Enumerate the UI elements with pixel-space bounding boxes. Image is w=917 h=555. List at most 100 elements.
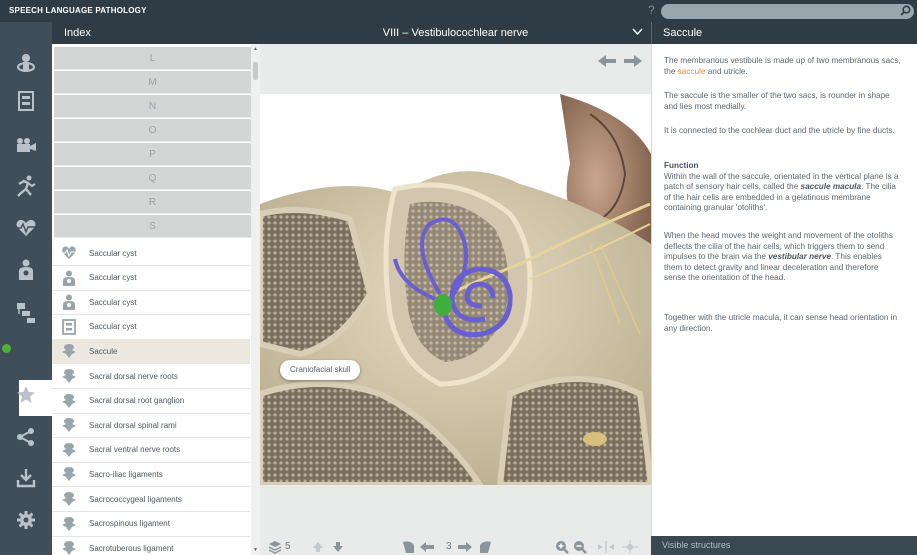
sidebar-item-share[interactable] [15, 426, 37, 448]
quiz-icon [18, 91, 34, 111]
sidebar-item-hierarchy[interactable] [15, 302, 37, 324]
anatomy-person-icon [61, 294, 77, 311]
sidebar-item-anatomy[interactable] [15, 259, 37, 281]
layers-icon [268, 540, 282, 554]
index-letter-l[interactable]: L [54, 47, 251, 70]
sidebar-item-video[interactable] [15, 134, 37, 156]
arrow-down-icon [333, 541, 343, 552]
zoom-out-button[interactable] [573, 538, 587, 555]
body-systems-icon [17, 54, 35, 72]
layers-button[interactable]: 5 [268, 538, 291, 555]
index-list-item[interactable]: Sacro-iliac ligaments [52, 462, 250, 488]
index-list-item[interactable]: Sacrotuberous ligament [52, 536, 250, 555]
fit-view-button[interactable] [598, 538, 614, 555]
sidebar-item-favourites[interactable] [15, 384, 37, 406]
app-window: SPEECH LANGUAGE PATHOLOGY ? Index VIII –… [0, 0, 917, 555]
visible-structures-bar[interactable]: Visible structures [651, 536, 917, 555]
layer-up-button[interactable] [312, 538, 324, 555]
zoom-in-button[interactable] [555, 538, 569, 555]
hierarchy-icon [17, 303, 35, 323]
index-item-label: Saccule [89, 346, 118, 356]
views-count: 3 [446, 541, 452, 552]
download-icon [16, 469, 36, 488]
index-item-label: Sacral dorsal nerve roots [89, 371, 178, 381]
index-list-item[interactable]: Sacral ventral nerve roots [52, 438, 250, 463]
previous-view-button[interactable] [420, 538, 434, 555]
3d-anatomy-model[interactable] [260, 94, 651, 485]
next-view-button[interactable] [458, 538, 472, 555]
index-scrollbar[interactable] [251, 44, 260, 555]
info-paragraph: It is connected to the cochlear duct and… [664, 126, 895, 135]
index-list-item[interactable]: Saccular cyst [52, 315, 250, 340]
index-scrollbar-thumb[interactable] [253, 62, 258, 80]
index-list-item[interactable]: Sacral dorsal root ganglion [52, 389, 250, 414]
sidebar-item-body-systems[interactable] [15, 52, 37, 74]
info-paragraph: When the head moves the weight and movem… [664, 231, 893, 283]
viewer-toolbar: 5 3 [260, 538, 651, 555]
index-letter-p[interactable]: P [54, 143, 251, 166]
sidebar-item-physiology[interactable] [15, 217, 37, 239]
index-list-item[interactable]: Sacral dorsal nerve roots [52, 364, 250, 389]
index-list-item[interactable]: Saccular cyst [52, 241, 250, 266]
saccule-link[interactable]: saccule [678, 67, 706, 76]
index-list-item[interactable]: Saccular cyst [52, 266, 250, 291]
zoom-in-icon [556, 540, 569, 554]
info-panel: The membranous vestibule is made up of t… [651, 44, 917, 536]
rotate-left-button[interactable] [400, 538, 416, 555]
a-z-index-icon: AZ [22, 342, 46, 363]
index-list-item[interactable]: Sacrococcygeal ligaments [52, 487, 250, 512]
info-paragraph: The saccule is the smaller of the two sa… [664, 91, 890, 111]
structure-icon [61, 343, 77, 359]
index-item-label: Sacrococcygeal ligaments [89, 494, 182, 504]
app-title: SPEECH LANGUAGE PATHOLOGY [9, 6, 147, 15]
scroll-up-icon[interactable]: ▲ [253, 46, 258, 52]
sidebar-item-download[interactable] [15, 467, 37, 489]
search-input[interactable] [661, 4, 914, 19]
index-item-label: Sacrotuberous ligament [89, 543, 174, 553]
rotate-right-button[interactable] [478, 538, 494, 555]
structure-selector[interactable]: VIII – Vestibulocochlear nerve [260, 22, 651, 44]
views-count-button[interactable]: 3 [446, 538, 452, 555]
index-letter-n[interactable]: N [54, 95, 251, 118]
index-list-item[interactable]: Sacrospinous ligament [52, 512, 250, 537]
index-letter-m[interactable]: M [54, 71, 251, 94]
reset-view-button[interactable] [622, 538, 638, 555]
sidebar: AZ [0, 44, 52, 555]
sidebar-item-movement[interactable] [15, 175, 37, 197]
active-indicator-dot [2, 344, 11, 353]
sidebar-item-quiz[interactable] [15, 90, 37, 112]
settings-icon [17, 511, 35, 529]
index-panel: LMNOPQRS Saccular cyst Saccular cyst Saccu… [52, 44, 260, 555]
index-list-item[interactable]: Saccule [52, 339, 250, 365]
sidebar-item-settings[interactable] [15, 509, 37, 531]
index-letter-q[interactable]: Q [54, 167, 251, 190]
fit-view-icon [598, 540, 614, 553]
reset-view-icon [622, 539, 638, 554]
index-letter-o[interactable]: O [54, 119, 251, 142]
structure-icon [61, 442, 77, 458]
sidebar-header [0, 22, 52, 44]
index-item-label: Sacral dorsal spinal rami [89, 420, 177, 430]
search-icon[interactable] [900, 5, 911, 16]
scroll-down-icon[interactable]: ▼ [253, 547, 258, 553]
structure-icon [61, 540, 77, 555]
index-list-item[interactable]: Sacral dorsal spinal rami [52, 413, 250, 439]
3d-viewer[interactable]: Craniofacial skull 5 3 [260, 44, 651, 555]
index-item-label: Sacro-iliac ligaments [89, 469, 163, 479]
structure-icon [61, 417, 77, 433]
quiz-icon [61, 318, 77, 335]
layer-down-button[interactable] [332, 538, 344, 555]
structure-icon [61, 368, 77, 384]
sidebar-item-a-z-index[interactable]: AZ [22, 342, 46, 364]
structure-icon [61, 466, 77, 482]
help-icon[interactable]: ? [648, 3, 655, 17]
index-letter-s[interactable]: S [54, 215, 251, 238]
zoom-out-icon [574, 540, 587, 554]
index-letter-r[interactable]: R [54, 191, 251, 214]
index-list-item[interactable]: Saccular cyst [52, 290, 250, 316]
chevron-down-icon[interactable] [632, 28, 643, 36]
info-paragraph: The membranous vestibule is made up of t… [664, 56, 901, 76]
next-view-icon [458, 541, 472, 552]
history-arrows[interactable] [598, 54, 642, 68]
index-item-label: Sacral ventral nerve roots [89, 445, 181, 455]
